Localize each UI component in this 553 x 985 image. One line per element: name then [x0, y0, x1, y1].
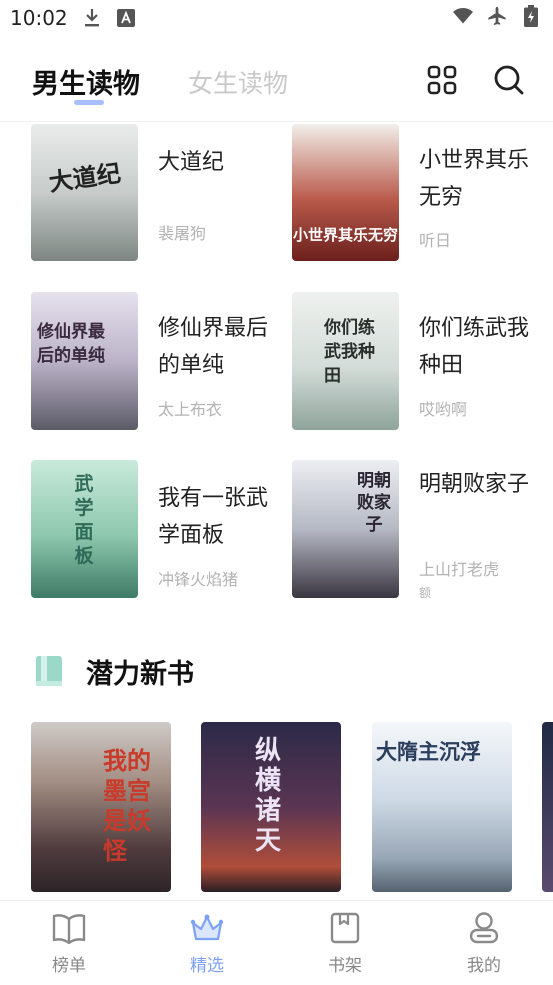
book-cover[interactable]: 你们练武我种田: [292, 292, 399, 430]
nav-featured[interactable]: 精选: [157, 911, 257, 976]
open-book-icon: [52, 911, 86, 945]
book-title: 小世界其乐无穷: [419, 148, 530, 210]
book-title: 明朝败家子: [419, 472, 530, 497]
new-book-cover[interactable]: 纵横诸天: [201, 722, 341, 892]
book-cover[interactable]: 明朝败家子: [292, 460, 399, 598]
bottom-navigation: 榜单 精选 书架 我的: [0, 900, 553, 985]
book-icon: [34, 654, 66, 688]
book-cover[interactable]: 小世界其乐无穷: [292, 124, 399, 261]
nav-label: 书架: [328, 956, 362, 976]
status-time: 10:02: [10, 6, 68, 30]
new-book-cover[interactable]: 我的墨宫是妖怪: [31, 722, 171, 892]
cover-title: 你们练武我种田: [324, 318, 375, 386]
bookshelf-icon: [328, 911, 362, 945]
battery-icon: [521, 5, 541, 27]
cover-title: 大隋主沉浮: [376, 739, 481, 764]
nav-bookshelf[interactable]: 书架: [295, 911, 395, 976]
tab-female-reading[interactable]: 女生读物: [188, 64, 288, 100]
cover-title: 明朝败家子: [357, 471, 391, 535]
cover-title: 小世界其乐无穷: [292, 226, 398, 244]
book-author: 听日: [419, 231, 452, 250]
header-divider: [0, 121, 553, 122]
book-title: 大道纪: [158, 150, 225, 175]
cover-title: 修仙界最后的单纯: [37, 322, 105, 366]
cover-title: 纵横诸天: [255, 736, 282, 856]
crown-icon: [190, 911, 224, 945]
status-bar: 10:02: [0, 0, 553, 38]
book-title: 你们练武我种田: [419, 316, 530, 378]
search-icon[interactable]: [493, 64, 525, 96]
profile-icon: [467, 911, 501, 945]
book-author: 裴屠狗: [158, 224, 207, 243]
new-book-cover[interactable]: 大隋主沉浮: [372, 722, 512, 892]
book-author: 哎哟啊: [419, 400, 468, 419]
nav-profile[interactable]: 我的: [434, 911, 534, 976]
download-icon: [82, 8, 102, 28]
book-author: 冲锋火焰猪: [158, 570, 239, 589]
book-cover[interactable]: 大道纪: [31, 124, 138, 261]
cover-title: 武学面板: [74, 473, 94, 567]
cover-title: 大道纪: [47, 158, 123, 197]
book-cover[interactable]: 修仙界最后的单纯: [31, 292, 138, 430]
grid-icon[interactable]: [426, 64, 458, 96]
book-cover[interactable]: 武学面板: [31, 460, 138, 598]
section-title: 潜力新书: [86, 659, 194, 690]
active-tab-indicator: [74, 100, 104, 105]
book-title: 我有一张武学面板: [158, 486, 269, 548]
book-author-extra: 额: [419, 586, 432, 600]
nav-label: 我的: [467, 956, 501, 976]
nav-label: 精选: [190, 956, 224, 976]
nav-ranking[interactable]: 榜单: [19, 911, 119, 976]
new-book-cover-partial[interactable]: [542, 722, 553, 892]
airplane-icon: [487, 6, 507, 26]
wifi-icon: [453, 6, 473, 26]
book-title: 修仙界最后的单纯: [158, 316, 269, 378]
book-author: 上山打老虎: [419, 560, 500, 579]
tab-male-reading[interactable]: 男生读物: [32, 62, 140, 101]
nav-label: 榜单: [52, 956, 86, 976]
book-author: 太上布衣: [158, 400, 223, 419]
top-bar: 男生读物 女生读物: [0, 40, 553, 120]
a-notification-icon: [116, 8, 136, 28]
cover-title: 我的墨宫是妖怪: [103, 746, 151, 865]
